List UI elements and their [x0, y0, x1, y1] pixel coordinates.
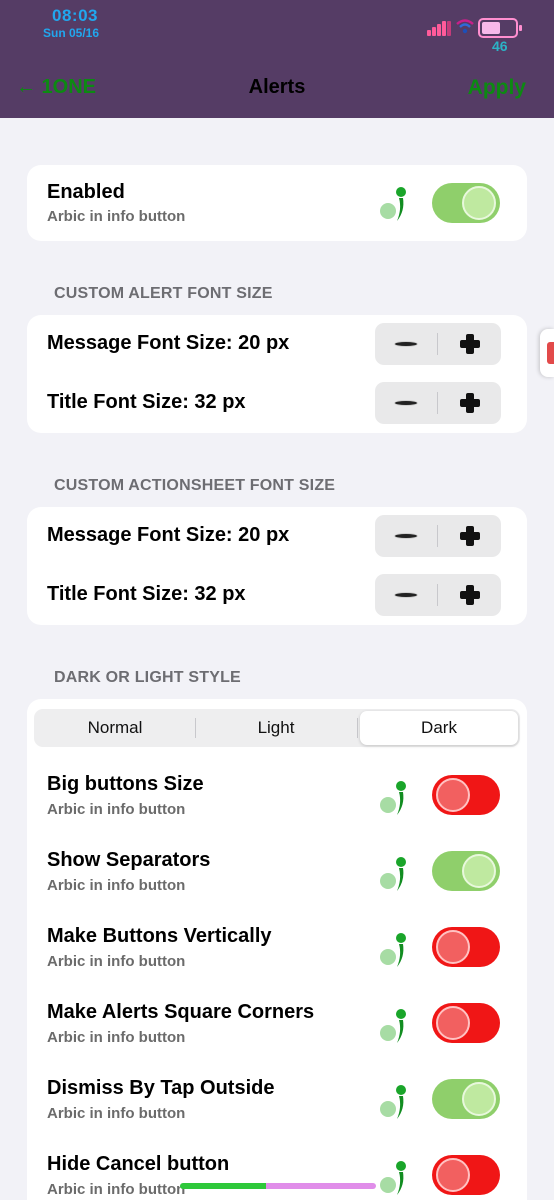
minus-icon[interactable] — [375, 515, 437, 557]
apply-button[interactable]: Apply — [468, 76, 526, 100]
alert-title-font-stepper — [375, 382, 501, 424]
row-subtitle: Arbic in info button — [47, 877, 186, 894]
toggle-row: Big buttons Size Arbic in info button — [27, 761, 527, 837]
enabled-toggle[interactable] — [432, 183, 500, 223]
alert-title-font-row: Title Font Size: 32 px — [27, 373, 527, 433]
toggle-switch[interactable] — [432, 927, 500, 967]
segment-light[interactable]: Light — [197, 711, 355, 745]
actionsheet-title-font-row: Title Font Size: 32 px — [27, 565, 527, 625]
section-header-style: DARK OR LIGHT STYLE — [54, 669, 241, 686]
alert-message-font-row: Message Font Size: 20 px — [27, 315, 527, 373]
toggle-switch[interactable] — [432, 775, 500, 815]
scrollbar[interactable] — [544, 140, 548, 1200]
row-subtitle: Arbic in info button — [47, 1181, 186, 1198]
plus-icon[interactable] — [438, 515, 501, 557]
minus-icon[interactable] — [375, 382, 437, 424]
plus-icon[interactable] — [438, 574, 501, 616]
info-icon[interactable] — [379, 777, 415, 817]
row-title: Dismiss By Tap Outside — [47, 1077, 275, 1099]
toggle-row: Make Buttons Vertically Arbic in info but… — [27, 913, 527, 989]
enabled-card: Enabled Arbic in info button — [27, 165, 527, 241]
info-icon[interactable] — [379, 183, 415, 223]
row-subtitle: Arbic in info button — [47, 801, 186, 818]
segment-dark[interactable]: Dark — [360, 711, 518, 745]
battery-icon — [478, 18, 522, 38]
row-title: Enabled — [47, 181, 125, 203]
toggle-switch[interactable] — [432, 851, 500, 891]
row-title: Make Buttons Vertically — [47, 925, 272, 947]
actionsheet-title-font-stepper — [375, 574, 501, 616]
toggle-row: Hide Cancel button Arbic in info button — [27, 1141, 527, 1200]
alert-message-font-label: Message Font Size: 20 px — [47, 332, 290, 354]
side-pull-tab[interactable] — [540, 329, 554, 377]
actionsheet-message-font-row: Message Font Size: 20 px — [27, 507, 527, 565]
style-card: Normal Light Dark Big buttons Size Arbic … — [27, 699, 527, 1200]
minus-icon[interactable] — [375, 574, 437, 616]
style-segmented-control: Normal Light Dark — [34, 709, 520, 747]
toggle-row: Dismiss By Tap Outside Arbic in info butt… — [27, 1065, 527, 1141]
row-subtitle: Arbic in info button — [47, 1105, 186, 1122]
minus-icon[interactable] — [375, 323, 437, 365]
section-header-alert-font: CUSTOM ALERT FONT SIZE — [54, 285, 273, 302]
info-icon[interactable] — [379, 929, 415, 969]
battery-percent: 46 — [492, 38, 508, 54]
cellular-signal-icon — [427, 20, 453, 36]
row-title: Big buttons Size — [47, 773, 204, 795]
segment-normal[interactable]: Normal — [36, 711, 194, 745]
toggle-switch[interactable] — [432, 1079, 500, 1119]
info-icon[interactable] — [379, 1157, 415, 1197]
toggle-row-enabled: Enabled Arbic in info button — [27, 165, 527, 241]
plus-icon[interactable] — [438, 382, 501, 424]
actionsheet-message-font-stepper — [375, 515, 501, 557]
actionsheet-title-font-label: Title Font Size: 32 px — [47, 583, 246, 605]
info-icon[interactable] — [379, 1005, 415, 1045]
alert-message-font-stepper — [375, 323, 501, 365]
toggle-row: Make Alerts Square Corners Arbic in info … — [27, 989, 527, 1065]
info-icon[interactable] — [379, 1081, 415, 1121]
status-time: 08:03 — [52, 6, 98, 25]
toggle-switch[interactable] — [432, 1155, 500, 1195]
wifi-icon — [456, 19, 474, 34]
toggle-row: Show Separators Arbic in info button — [27, 837, 527, 913]
home-indicator — [180, 1183, 376, 1189]
section-header-actionsheet-font: CUSTOM ACTIONSHEET FONT SIZE — [54, 477, 336, 494]
plus-icon[interactable] — [438, 323, 501, 365]
info-icon[interactable] — [379, 853, 415, 893]
row-subtitle: Arbic in info button — [47, 953, 186, 970]
alert-font-card: Message Font Size: 20 px Title Font Size… — [27, 315, 527, 433]
row-title: Hide Cancel button — [47, 1153, 230, 1175]
row-title: Make Alerts Square Corners — [47, 1001, 315, 1023]
actionsheet-message-font-label: Message Font Size: 20 px — [47, 524, 290, 546]
app-header: 08:03 Sun 05/16 46 ← 1ONE Alerts Apply — [0, 0, 554, 118]
actionsheet-font-card: Message Font Size: 20 px Title Font Size… — [27, 507, 527, 625]
row-subtitle: Arbic in info button — [47, 208, 186, 225]
alert-title-font-label: Title Font Size: 32 px — [47, 391, 246, 413]
toggle-switch[interactable] — [432, 1003, 500, 1043]
row-subtitle: Arbic in info button — [47, 1029, 186, 1046]
status-date: Sun 05/16 — [43, 26, 100, 40]
row-title: Show Separators — [47, 849, 211, 871]
